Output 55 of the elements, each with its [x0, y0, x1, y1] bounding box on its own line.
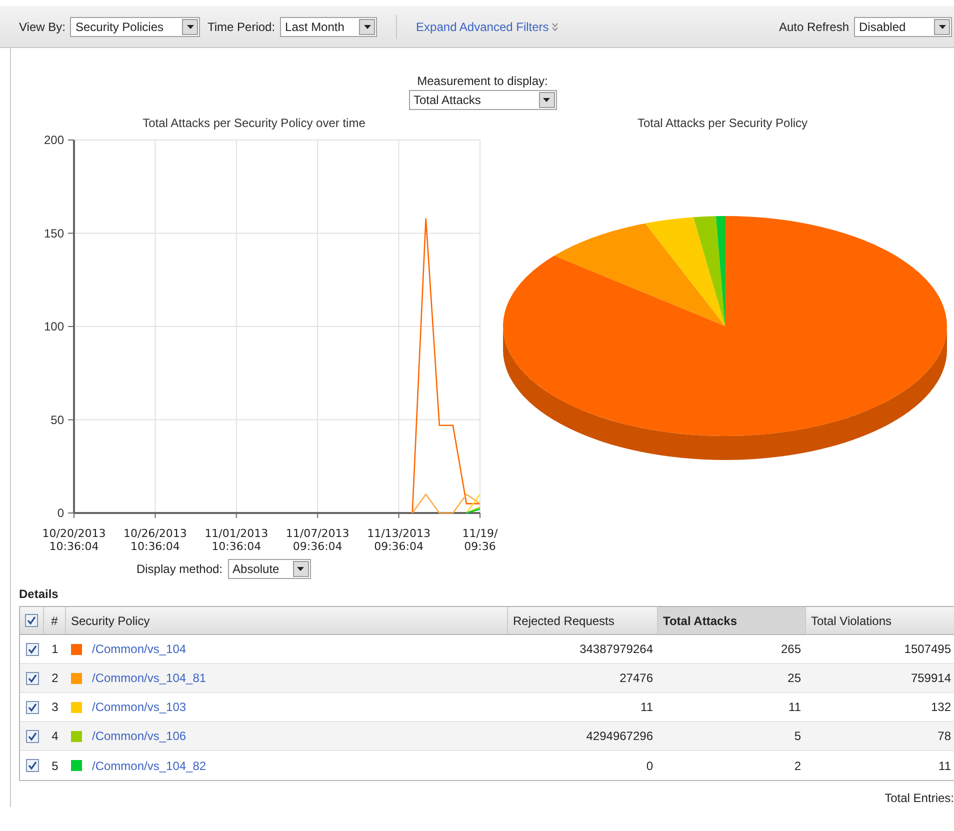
field-label: Auto Refresh [778, 18, 849, 36]
display-method-select[interactable]: Absolute [228, 559, 311, 579]
table-cell-text: 0 [645, 758, 654, 774]
table-cell-text: 1 [50, 641, 60, 658]
policy-link[interactable]: /Common/vs_103 [92, 698, 186, 716]
table-cell-text: 34387979264 [578, 641, 654, 658]
axis-tick-label: 150 [44, 226, 64, 240]
table-cell-text: 3 [50, 699, 60, 716]
axis-tick-label: 100 [44, 320, 64, 334]
policy-link[interactable]: /Common/vs_104_81 [92, 669, 206, 687]
column-header[interactable]: Security Policy [66, 607, 508, 634]
view-by-select[interactable]: Security Policies [70, 16, 200, 36]
axis-tick-label: 200 [44, 133, 64, 147]
column-header[interactable]: Total Attacks [658, 607, 806, 634]
table-cell-text: 132 [930, 699, 952, 716]
table-cell-text: 5 [793, 728, 802, 745]
axis-tick-label: 11/19/ 09:36 [462, 527, 498, 553]
table-cell-text: 759914 [910, 670, 952, 687]
field-label: Measurement to display: [417, 73, 548, 90]
table-cell-text: 4 [50, 728, 60, 745]
table-cell-text: 1507495 [903, 641, 952, 658]
axis-tick-label: 11/01/2013 10:36:04 [204, 527, 268, 553]
axis-tick-label: 11/13/2013 09:36:04 [367, 527, 430, 553]
axis-tick-label: 50 [50, 412, 64, 427]
axis-tick-label: 10/26/2013 10:36:04 [124, 527, 187, 553]
table-cell-text: 11 [938, 758, 952, 774]
column-header[interactable]: Total Violations [806, 607, 954, 634]
table-cell-text: 265 [780, 641, 802, 658]
field-label: Time Period: [207, 18, 276, 36]
policy-link[interactable]: /Common/vs_106 [92, 727, 186, 745]
table-cell-text: 27476 [618, 670, 654, 687]
table-cell-text: 4294967296 [585, 728, 654, 745]
section-title: Details [19, 586, 60, 603]
time-period-select[interactable]: Last Month [280, 16, 378, 36]
field-label: Display method: [136, 561, 223, 578]
policy-link[interactable]: /Common/vs_104_82 [92, 756, 206, 774]
table-cell-text: 11 [640, 699, 654, 716]
axis-tick-label: 10/20/2013 10:36:04 [42, 527, 106, 553]
table-cell-text: 78 [936, 728, 952, 745]
chart-title: Total Attacks per Security Policy over time [142, 116, 366, 130]
measurement-select[interactable]: Total Attacks [408, 90, 556, 110]
table-cell-text: 11 [788, 699, 802, 716]
policy-link[interactable]: /Common/vs_104 [92, 640, 186, 658]
axis-tick-label: 11/07/2013 09:36:04 [286, 527, 350, 553]
field-label: View By: [19, 18, 66, 36]
chart-title: Total Attacks per Security Policy [637, 115, 808, 130]
total-entries: Total Entries: [884, 790, 954, 807]
table-cell-text: 25 [786, 670, 802, 687]
auto-refresh-select[interactable]: Disabled [854, 16, 952, 36]
table-cell-text: 5 [50, 758, 60, 774]
table-cell-text: 2 [793, 758, 802, 774]
expand-filters-link[interactable]: Expand Advanced Filters [416, 18, 558, 36]
table-cell-text: 2 [50, 670, 60, 687]
axis-tick-label: 0 [57, 506, 64, 520]
column-header[interactable]: # [44, 607, 66, 634]
